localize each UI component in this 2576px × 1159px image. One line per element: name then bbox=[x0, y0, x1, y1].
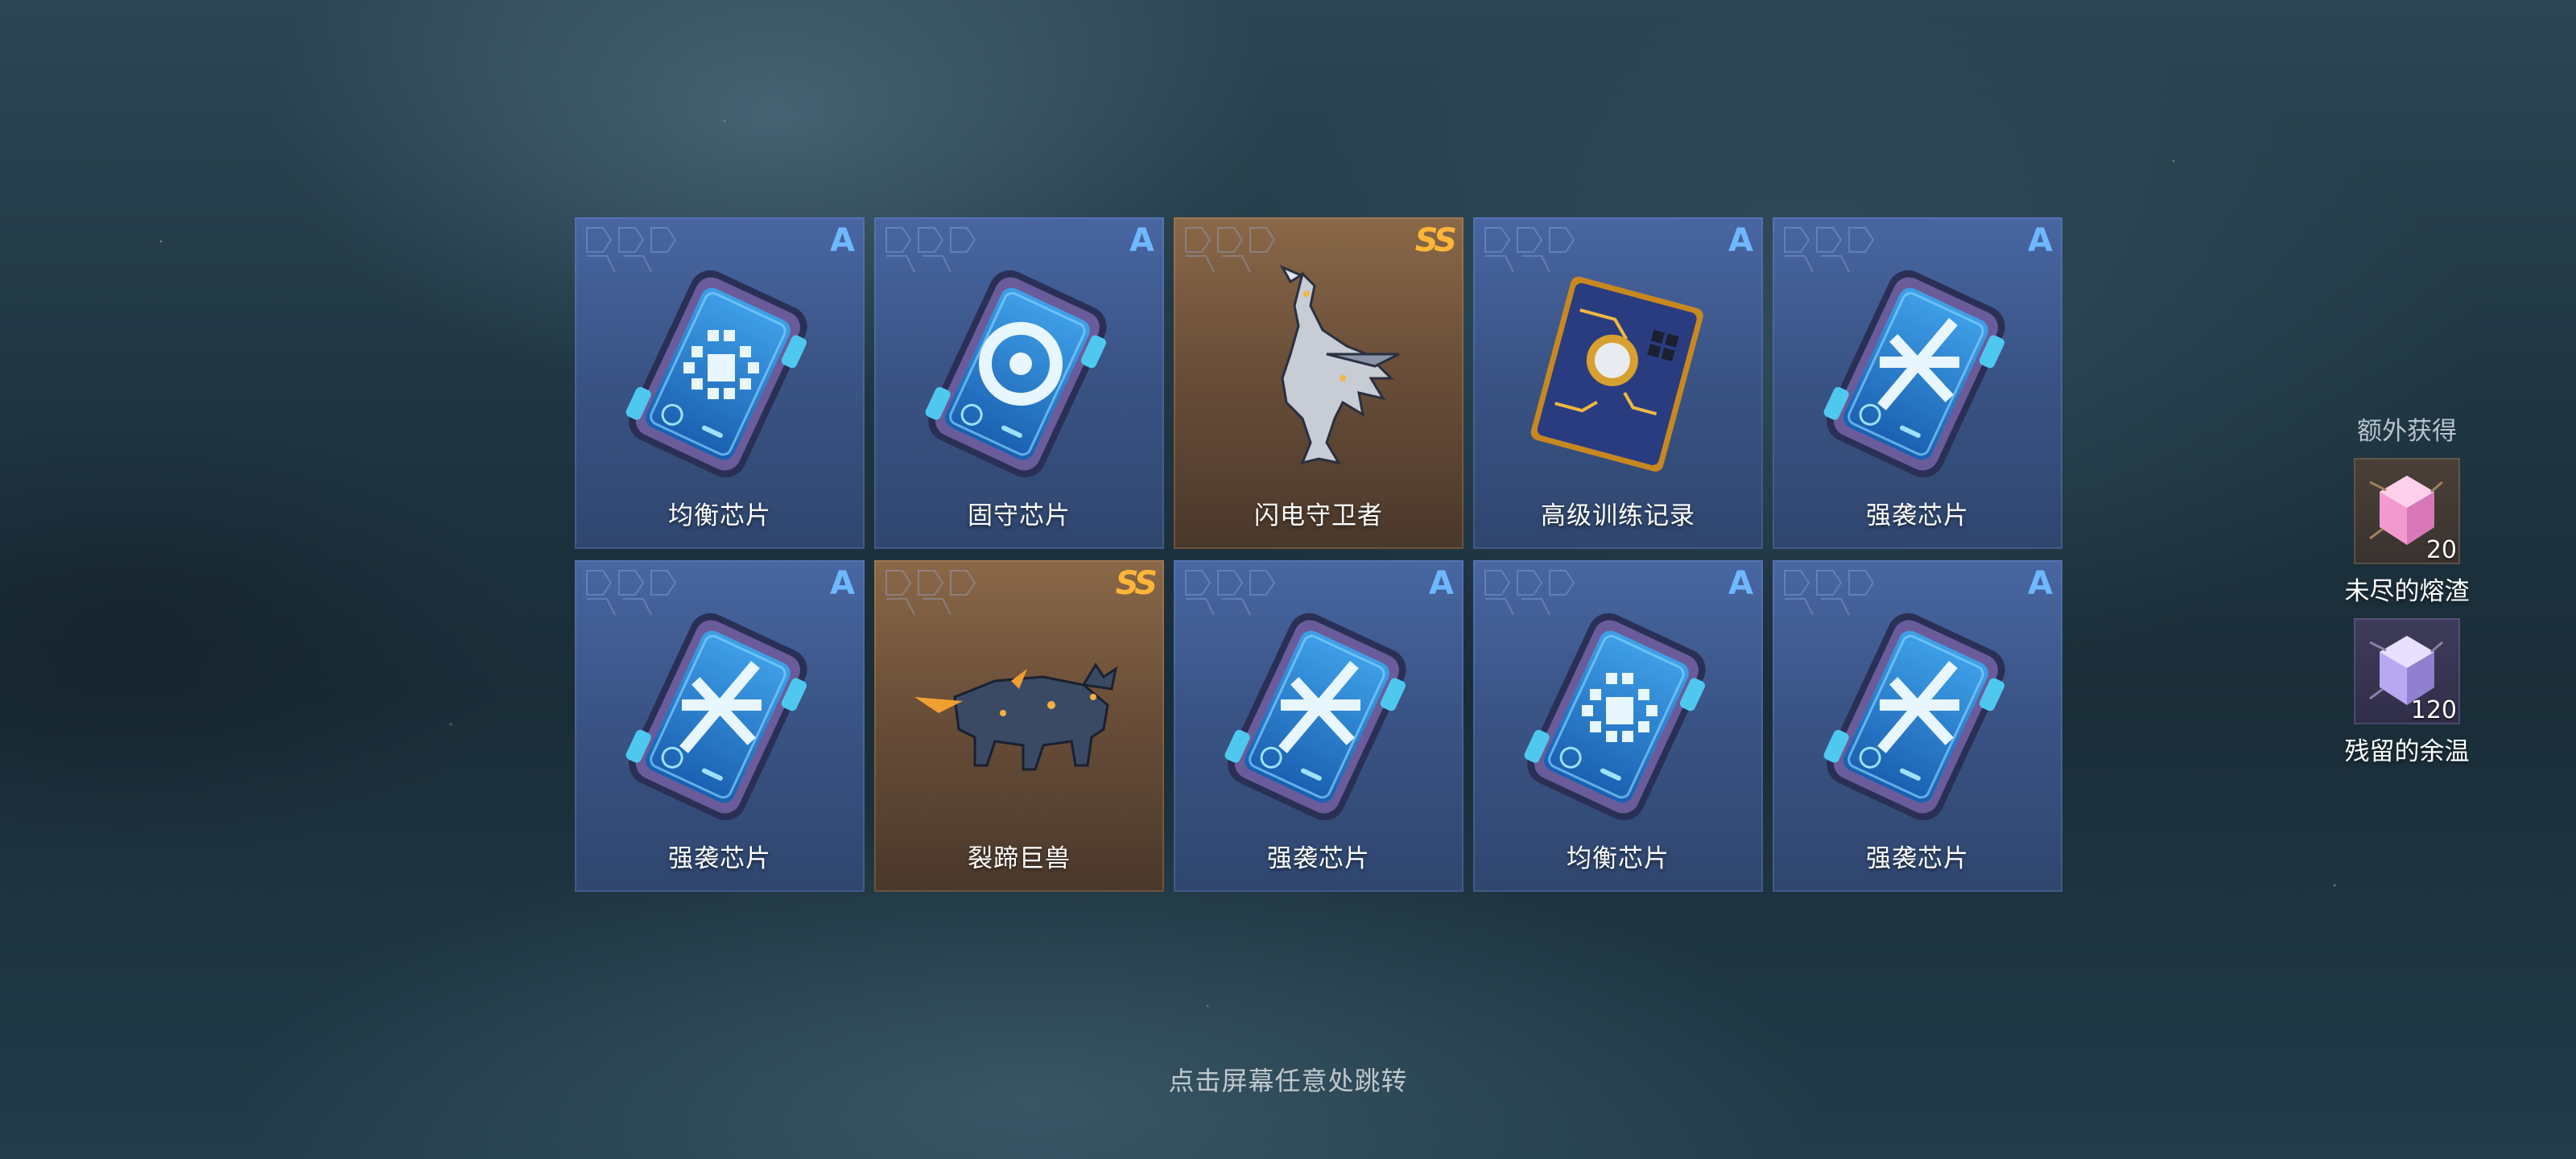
rank-badge: A bbox=[2028, 565, 2053, 602]
pink-crystal-icon: 20 bbox=[2354, 458, 2460, 564]
reward-name: 高级训练记录 bbox=[1541, 501, 1695, 530]
balance-chip-icon bbox=[607, 258, 832, 483]
reward-name: 强袭芯片 bbox=[1267, 844, 1370, 873]
reward-card[interactable]: A 强袭芯片 bbox=[575, 560, 865, 892]
reward-card[interactable]: SS 裂蹄巨兽 bbox=[874, 560, 1164, 892]
training-record-icon bbox=[1505, 258, 1731, 483]
tap-to-continue-hint[interactable]: 点击屏幕任意处跳转 bbox=[0, 1061, 2576, 1098]
reward-card[interactable]: SS 闪电守卫者 bbox=[1174, 217, 1463, 549]
rank-badge: SS bbox=[1115, 565, 1158, 602]
guard-chip-icon bbox=[906, 258, 1132, 483]
bonus-quantity: 120 bbox=[2410, 696, 2457, 724]
reward-card[interactable]: A 强袭芯片 bbox=[1773, 560, 2062, 892]
reward-card[interactable]: A 强袭芯片 bbox=[1174, 560, 1463, 892]
reward-name: 固守芯片 bbox=[968, 501, 1071, 530]
reward-name: 均衡芯片 bbox=[668, 501, 771, 530]
rank-badge: A bbox=[830, 222, 855, 259]
reward-card[interactable]: A 均衡芯片 bbox=[1473, 560, 1763, 892]
bonus-title: 额外获得 bbox=[2357, 417, 2457, 446]
rank-badge: A bbox=[830, 565, 855, 602]
rank-badge: A bbox=[1429, 565, 1454, 602]
purple-crystal-icon: 120 bbox=[2354, 618, 2460, 724]
assault-chip-icon bbox=[1206, 600, 1431, 826]
reward-name: 均衡芯片 bbox=[1567, 844, 1670, 873]
rank-badge: SS bbox=[1414, 222, 1457, 259]
reward-name: 闪电守卫者 bbox=[1254, 501, 1383, 530]
bonus-item[interactable]: 120 残留的余温 bbox=[2334, 618, 2479, 767]
rank-badge: A bbox=[2028, 222, 2053, 259]
bonus-quantity: 20 bbox=[2425, 536, 2457, 564]
reward-grid: A 均衡芯片 A 固守芯片 SS 闪电守卫者 A 高级训练记录 A 强袭芯片 A… bbox=[575, 217, 2062, 892]
reward-name: 强袭芯片 bbox=[668, 844, 771, 873]
assault-chip-icon bbox=[607, 600, 832, 826]
reward-name: 强袭芯片 bbox=[1866, 844, 1969, 873]
rank-badge: A bbox=[1728, 222, 1753, 259]
rank-badge: A bbox=[1129, 222, 1154, 259]
reward-card[interactable]: A 固守芯片 bbox=[874, 217, 1164, 549]
balance-chip-icon bbox=[1505, 600, 1731, 826]
bonus-name: 残留的余温 bbox=[2344, 737, 2470, 766]
reward-name: 裂蹄巨兽 bbox=[968, 844, 1071, 873]
mecha-beast-icon bbox=[906, 600, 1132, 826]
reward-card[interactable]: A 均衡芯片 bbox=[575, 217, 865, 549]
assault-chip-icon bbox=[1805, 258, 2030, 483]
bonus-name: 未尽的熔渣 bbox=[2344, 577, 2470, 606]
reward-card[interactable]: A 强袭芯片 bbox=[1773, 217, 2062, 549]
rank-badge: A bbox=[1728, 565, 1753, 602]
bonus-panel: 额外获得 20 未尽的熔渣 120 残留的余温 bbox=[2334, 410, 2479, 778]
bonus-item[interactable]: 20 未尽的熔渣 bbox=[2334, 458, 2479, 607]
reward-card[interactable]: A 高级训练记录 bbox=[1473, 217, 1763, 549]
assault-chip-icon bbox=[1805, 600, 2030, 826]
reward-name: 强袭芯片 bbox=[1866, 501, 1969, 530]
mecha-bird-icon bbox=[1206, 258, 1431, 483]
